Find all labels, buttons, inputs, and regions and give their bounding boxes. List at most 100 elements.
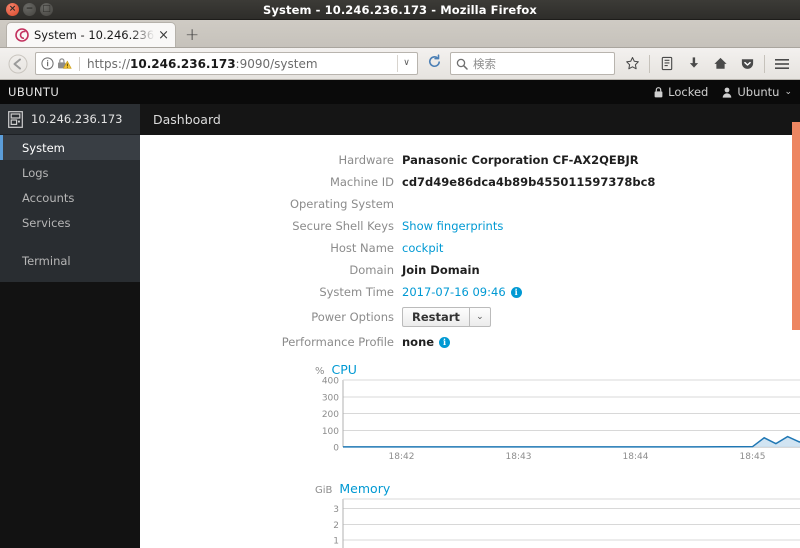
user-icon [723, 87, 732, 98]
locked-status[interactable]: Locked [654, 85, 708, 99]
site-identity[interactable] [41, 57, 77, 70]
url-text[interactable]: https://10.246.236.173:9090/system [79, 56, 397, 71]
tab-bar: System - 10.246.236.17 × + [0, 20, 800, 48]
insecure-lock-icon [58, 58, 72, 69]
chevron-down-icon[interactable]: ⌄ [469, 307, 491, 327]
cpu-chart: 010020030040018:4218:4318:4418:4518:46 [315, 377, 800, 465]
svg-text:18:44: 18:44 [623, 452, 649, 462]
content-body: Hardware Panasonic Corporation CF-AX2QEB… [140, 135, 800, 548]
url-host: 10.246.236.173 [130, 56, 236, 71]
table-row: Host Name cockpit [270, 237, 670, 259]
cpu-chart-svg: 010020030040018:4218:4318:4418:4518:46 [322, 377, 800, 462]
chevron-down-icon: ⌄ [784, 87, 792, 97]
scrollbar-thumb[interactable] [792, 121, 800, 331]
content-header: Dashboard [140, 104, 800, 135]
topbar-right: Locked Ubuntu ⌄ [654, 85, 792, 99]
show-fingerprints-link[interactable]: Show fingerprints [402, 219, 503, 233]
performance-profile-value[interactable]: none i [402, 335, 451, 349]
server-icon [8, 110, 23, 128]
row-label: System Time [319, 285, 394, 299]
window-title: System - 10.246.236.173 - Mozilla Firefo… [263, 2, 537, 17]
sidebar-item-label: Logs [22, 165, 49, 180]
lock-icon [654, 86, 663, 97]
table-row: Domain Join Domain [270, 259, 670, 281]
cpu-chart-block: % CPU 010020030040018:4218:4318:4418:451… [140, 362, 800, 465]
chevron-down-icon[interactable]: ∨ [397, 55, 415, 72]
info-icon [41, 57, 54, 70]
cpu-chart-title[interactable]: CPU [332, 362, 357, 377]
row-value: cd7d49e86dca4b89b455011597378bc8 [402, 175, 656, 189]
cpu-chart-header: % CPU [315, 362, 800, 377]
app-body: 10.246.236.173 System Logs Accounts Serv… [0, 104, 800, 548]
search-icon [456, 58, 468, 70]
row-label: Performance Profile [281, 335, 394, 349]
back-icon[interactable] [6, 52, 30, 76]
library-icon[interactable] [654, 52, 679, 76]
user-label: Ubuntu [737, 85, 780, 99]
hamburger-menu-icon[interactable] [769, 52, 794, 76]
sidebar-divider [0, 235, 140, 248]
power-options-group: Restart ⌄ [402, 307, 491, 327]
search-box[interactable]: 検索 [450, 52, 615, 75]
cockpit-topbar: UBUNTU Locked Ubuntu ⌄ [0, 80, 800, 104]
cpu-chart-unit: % [315, 366, 325, 377]
row-label: Machine ID [329, 175, 394, 189]
toolbar-icons [620, 52, 794, 76]
svg-text:1: 1 [333, 537, 339, 547]
sidebar-item-terminal[interactable]: Terminal [0, 248, 140, 273]
info-icon[interactable]: i [510, 287, 522, 298]
table-row: Machine ID cd7d49e86dca4b89b455011597378… [270, 171, 670, 193]
reload-icon[interactable] [423, 54, 445, 73]
join-domain-value[interactable]: Join Domain [402, 263, 480, 277]
table-row: Operating System [270, 193, 670, 215]
scrollbar[interactable] [792, 104, 800, 548]
svg-text:3: 3 [333, 505, 339, 515]
divider [764, 54, 765, 73]
sidebar-host-label: 10.246.236.173 [31, 112, 123, 126]
home-icon[interactable] [708, 52, 733, 76]
row-label: Domain [349, 263, 394, 277]
memory-chart-header: GiB Memory [315, 481, 800, 496]
sidebar-nav: System Logs Accounts Services Terminal [0, 135, 140, 282]
svg-text:400: 400 [322, 377, 339, 387]
memory-chart-title[interactable]: Memory [339, 481, 390, 496]
sidebar-item-system[interactable]: System [0, 135, 140, 160]
window-titlebar: × − □ System - 10.246.236.173 - Mozilla … [0, 0, 800, 20]
pocket-icon[interactable] [735, 52, 760, 76]
locked-label: Locked [668, 85, 709, 99]
restart-button[interactable]: Restart [402, 307, 470, 327]
row-label: Secure Shell Keys [292, 219, 394, 233]
memory-chart-svg: 1 2 3 [333, 498, 800, 548]
svg-text:0: 0 [333, 444, 339, 454]
downloads-icon[interactable] [681, 52, 706, 76]
sidebar-item-label: System [22, 140, 65, 155]
table-row: Hardware Panasonic Corporation CF-AX2QEB… [270, 149, 670, 171]
table-row: Secure Shell Keys Show fingerprints [270, 215, 670, 237]
firefox-favicon [15, 28, 29, 42]
brand-label: UBUNTU [8, 85, 60, 99]
new-tab-button[interactable]: + [185, 27, 199, 44]
svg-text:100: 100 [322, 427, 339, 437]
info-icon[interactable]: i [439, 337, 451, 348]
system-time-link[interactable]: 2017-07-16 09:46 i [402, 285, 522, 299]
navigation-toolbar: https://10.246.236.173:9090/system ∨ 検索 [0, 48, 800, 80]
sidebar-item-services[interactable]: Services [0, 210, 140, 235]
sidebar-item-accounts[interactable]: Accounts [0, 185, 140, 210]
address-bar[interactable]: https://10.246.236.173:9090/system ∨ [35, 52, 418, 75]
bookmark-star-icon[interactable] [620, 52, 645, 76]
tab-system[interactable]: System - 10.246.236.17 × [6, 22, 176, 47]
sidebar-host[interactable]: 10.246.236.173 [0, 104, 140, 135]
host-name-link[interactable]: cockpit [402, 241, 443, 255]
sidebar-item-logs[interactable]: Logs [0, 160, 140, 185]
tab-title: System - 10.246.236.17 [34, 28, 155, 42]
firefox-window: × − □ System - 10.246.236.173 - Mozilla … [0, 0, 800, 548]
memory-chart-block: GiB Memory 1 2 3 [140, 481, 800, 548]
page-title: Dashboard [153, 112, 221, 127]
row-label: Hardware [338, 153, 394, 167]
user-menu[interactable]: Ubuntu ⌄ [722, 85, 792, 99]
row-value: Panasonic Corporation CF-AX2QEBJR [402, 153, 639, 167]
close-icon[interactable]: × [158, 29, 169, 42]
svg-text:300: 300 [322, 393, 339, 403]
svg-text:2: 2 [333, 521, 339, 531]
url-scheme: https:// [87, 56, 131, 71]
